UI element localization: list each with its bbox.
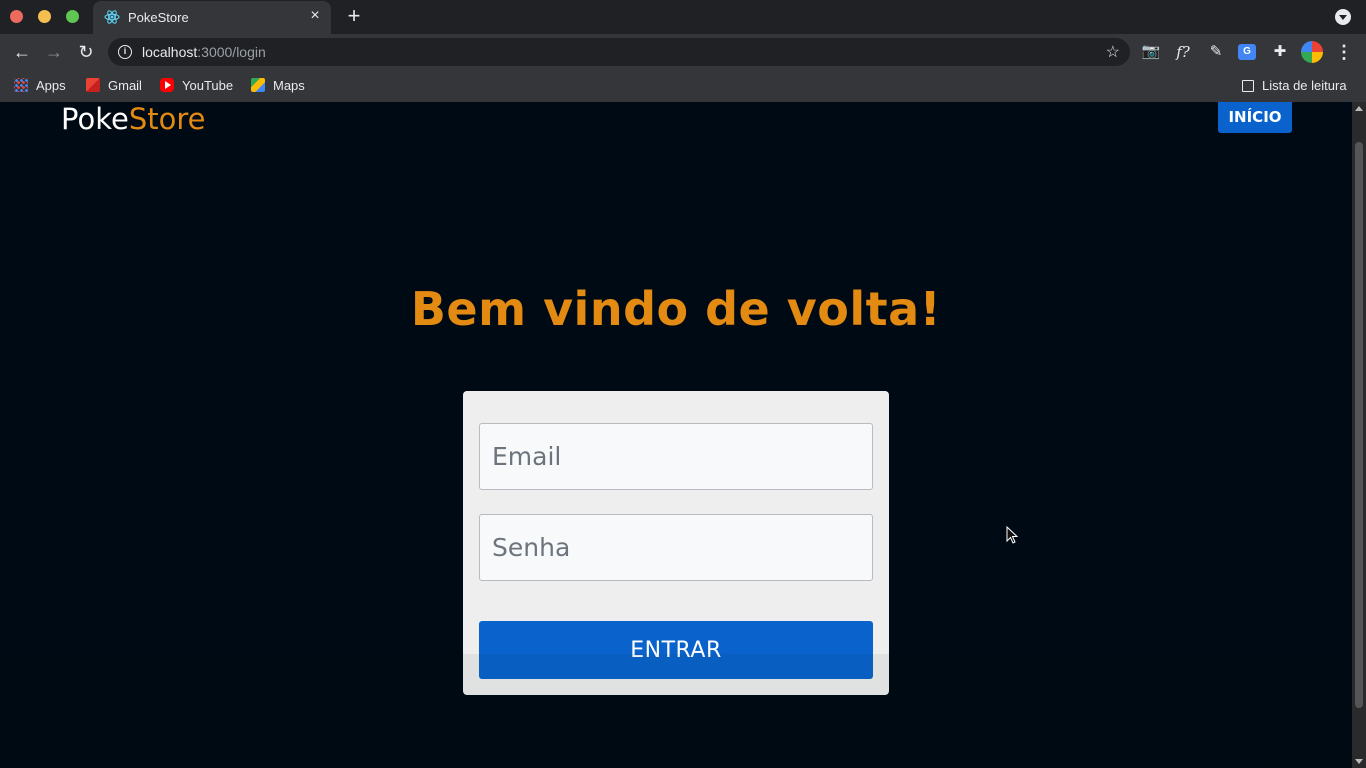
reading-list-icon — [1242, 80, 1254, 92]
url-host: localhost — [142, 44, 198, 60]
bookmark-label: Maps — [273, 78, 305, 93]
reading-list-button[interactable]: Lista de leitura — [1242, 77, 1347, 95]
react-icon — [104, 10, 120, 24]
login-submit-button[interactable]: ENTRAR — [479, 621, 873, 679]
window-close-button[interactable] — [10, 10, 23, 23]
bookmark-label: YouTube — [182, 78, 234, 93]
browser-toolbar: ← → ↻ i localhost:3000/login ☆ 📷 f? ✎ G … — [0, 34, 1366, 70]
reload-icon[interactable]: ↻ — [75, 41, 97, 63]
bookmark-youtube[interactable]: YouTube — [160, 77, 233, 95]
profile-avatar[interactable] — [1301, 41, 1323, 63]
password-field[interactable] — [479, 514, 873, 581]
browser-tab-bar: PokeStore × + — [0, 0, 1366, 34]
site-info-icon[interactable]: i — [118, 45, 132, 59]
window-minimize-button[interactable] — [38, 10, 51, 23]
url-path: :3000/login — [197, 44, 266, 60]
inicio-nav-button[interactable]: INÍCIO — [1218, 102, 1292, 133]
page-scrollbar[interactable] — [1352, 102, 1366, 768]
browser-tab-active[interactable]: PokeStore × — [93, 1, 331, 34]
bookmarks-bar: Apps Gmail YouTube Maps Lista de leitura — [0, 70, 1366, 102]
login-form-card: ENTRAR — [463, 391, 889, 695]
reading-list-label: Lista de leitura — [1262, 78, 1347, 93]
address-url[interactable]: localhost:3000/login — [142, 44, 266, 60]
page-viewport: PokeStore INÍCIO Bem vindo de volta! ENT… — [0, 102, 1352, 768]
page-title: Bem vindo de volta! — [410, 282, 942, 336]
fx-extension-icon[interactable]: f? — [1173, 42, 1193, 62]
forward-arrow-icon[interactable]: → — [43, 41, 65, 63]
tab-search-icon[interactable] — [1335, 9, 1351, 25]
tab-close-icon[interactable]: × — [307, 8, 323, 24]
scroll-thumb[interactable] — [1355, 142, 1363, 708]
bookmark-maps[interactable]: Maps — [251, 77, 305, 95]
bookmark-label: Gmail — [108, 78, 142, 93]
youtube-icon — [160, 78, 174, 92]
tab-title: PokeStore — [128, 10, 189, 25]
back-arrow-icon[interactable]: ← — [11, 41, 33, 63]
translate-icon[interactable]: G — [1238, 44, 1256, 60]
pen-extension-icon[interactable]: ✎ — [1206, 42, 1226, 62]
logo-text-poke: Poke — [61, 102, 129, 136]
browser-menu-icon[interactable]: ⋮ — [1334, 42, 1354, 62]
bookmark-star-icon[interactable]: ☆ — [1106, 42, 1120, 62]
window-maximize-button[interactable] — [66, 10, 79, 23]
scroll-down-icon[interactable] — [1355, 759, 1363, 764]
scroll-up-icon[interactable] — [1355, 106, 1363, 111]
bookmark-apps[interactable]: Apps — [14, 77, 66, 95]
bookmark-label: Apps — [36, 78, 66, 93]
logo-text-store: Store — [128, 102, 206, 136]
bookmark-gmail[interactable]: Gmail — [86, 77, 142, 95]
site-logo[interactable]: PokeStore — [61, 102, 205, 136]
email-field[interactable] — [479, 423, 873, 490]
mouse-cursor-icon — [1006, 526, 1018, 544]
camera-icon[interactable]: 📷 — [1141, 42, 1161, 62]
address-bar[interactable]: i localhost:3000/login ☆ — [108, 38, 1130, 66]
new-tab-button[interactable]: + — [343, 5, 365, 28]
gmail-icon — [86, 78, 100, 92]
apps-grid-icon — [14, 78, 28, 92]
maps-icon — [251, 78, 265, 92]
extensions-puzzle-icon[interactable]: ✚ — [1270, 42, 1290, 62]
